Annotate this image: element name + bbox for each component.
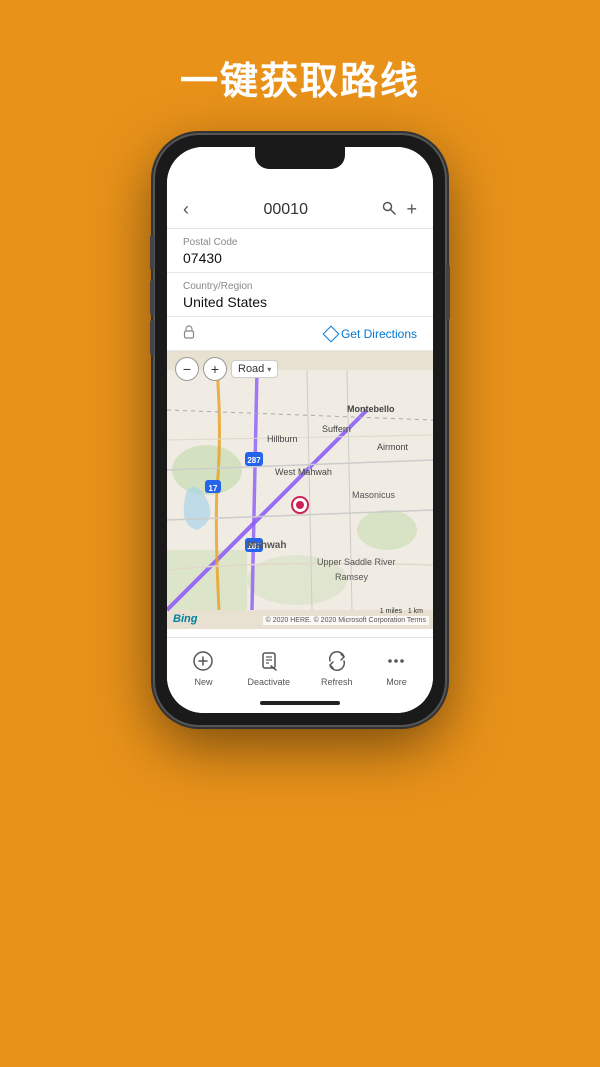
svg-text:287: 287	[247, 456, 261, 465]
svg-text:West Mahwah: West Mahwah	[275, 467, 332, 477]
svg-text:Masonicus: Masonicus	[352, 490, 396, 500]
app-header: ‹ 00010 +	[167, 191, 433, 229]
search-icon[interactable]	[382, 199, 396, 220]
phone-notch	[255, 147, 345, 169]
toolbar-deactivate[interactable]: Deactivate	[247, 648, 290, 687]
map-controls: − + Road ▾	[175, 357, 278, 381]
home-indicator	[167, 693, 433, 713]
toolbar-new[interactable]: New	[190, 648, 216, 687]
svg-text:Mahwah: Mahwah	[247, 540, 286, 551]
bing-logo: Bing	[173, 613, 197, 625]
svg-text:Montebello: Montebello	[347, 404, 395, 414]
refresh-icon	[324, 648, 350, 674]
svg-text:Airmont: Airmont	[377, 442, 409, 452]
lock-icon	[183, 325, 195, 342]
deactivate-icon	[256, 648, 282, 674]
country-region-section: Country/Region United States	[167, 273, 433, 317]
toolbar-new-label: New	[194, 677, 212, 687]
get-directions-label: Get Directions	[341, 327, 417, 341]
postal-code-section: Postal Code 07430	[167, 229, 433, 273]
postal-code-label: Postal Code	[183, 237, 417, 248]
add-icon[interactable]: +	[406, 199, 417, 220]
svg-text:Ramsey: Ramsey	[335, 572, 369, 582]
phone-frame: ‹ 00010 + Postal Code 074	[155, 135, 445, 725]
toolbar-deactivate-label: Deactivate	[247, 677, 290, 687]
svg-text:Suffern: Suffern	[322, 424, 351, 434]
svg-text:17: 17	[209, 484, 218, 493]
bottom-toolbar: New Deactivate	[167, 637, 433, 693]
dropdown-arrow: ▾	[267, 365, 271, 374]
page-background: 一键获取路线 ‹ 00010 +	[0, 0, 600, 1067]
toolbar-refresh-label: Refresh	[321, 677, 353, 687]
svg-text:Upper Saddle River: Upper Saddle River	[317, 557, 396, 567]
spacer	[167, 629, 433, 637]
zoom-out-button[interactable]: −	[175, 357, 199, 381]
back-button[interactable]: ‹	[183, 199, 189, 220]
page-title: 一键获取路线	[0, 0, 600, 135]
map-type-label: Road	[238, 363, 264, 375]
more-icon	[383, 648, 409, 674]
country-region-label: Country/Region	[183, 281, 417, 292]
map-svg: 287 17 287 Montebello Suffern Airmont Hi…	[167, 351, 433, 629]
home-bar	[260, 701, 340, 705]
svg-text:Hillburn: Hillburn	[267, 434, 298, 444]
actions-bar: Get Directions	[167, 317, 433, 351]
map-attribution: © 2020 HERE. © 2020 Microsoft Corporatio…	[263, 616, 429, 625]
content-area: Postal Code 07430 Country/Region United …	[167, 229, 433, 637]
directions-icon	[322, 325, 339, 342]
map-container: 287 17 287 Montebello Suffern Airmont Hi…	[167, 351, 433, 629]
header-title: 00010	[263, 201, 308, 219]
phone-screen: ‹ 00010 + Postal Code 074	[167, 147, 433, 713]
new-icon	[190, 648, 216, 674]
toolbar-refresh[interactable]: Refresh	[321, 648, 353, 687]
zoom-in-button[interactable]: +	[203, 357, 227, 381]
get-directions-button[interactable]: Get Directions	[325, 327, 417, 341]
toolbar-more[interactable]: More	[383, 648, 409, 687]
map-type-dropdown[interactable]: Road ▾	[231, 360, 278, 378]
country-region-value: United States	[183, 294, 417, 310]
map-scale: 1 miles 1 km	[380, 608, 423, 615]
toolbar-more-label: More	[386, 677, 407, 687]
postal-code-value: 07430	[183, 250, 417, 266]
